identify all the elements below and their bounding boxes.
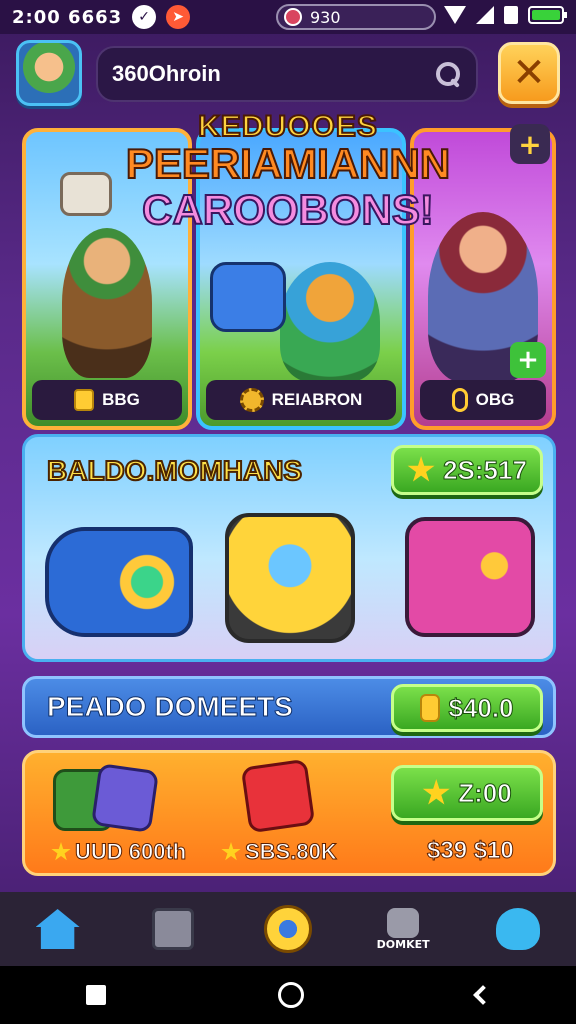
- hero-title-line-2: PEERIAMIANNN: [125, 139, 451, 188]
- gear-icon: [239, 388, 264, 412]
- nav-home[interactable]: [26, 897, 90, 961]
- close-button[interactable]: ✕: [498, 42, 560, 104]
- deals-section[interactable]: PEADO DOMEETS $40.0: [22, 676, 556, 738]
- chest-icon: [151, 908, 194, 950]
- deals-price: $40.0: [448, 692, 514, 723]
- character-2-figure: [280, 262, 380, 382]
- deals-price-button[interactable]: $40.0: [391, 684, 543, 732]
- offer-1-label: UUD 600th: [51, 839, 187, 865]
- search-input[interactable]: [112, 61, 434, 87]
- search-icon[interactable]: [434, 60, 462, 88]
- back-icon[interactable]: [473, 985, 493, 1005]
- purple-gem-icon: [90, 763, 160, 833]
- hero-title-line-1: KEDUOOES: [197, 109, 378, 144]
- cannon-icon: [210, 262, 286, 332]
- offer-2-text: SBS.80K: [245, 839, 338, 865]
- cannon-item-icon: [45, 527, 193, 637]
- sim-icon: [504, 6, 518, 24]
- star-icon: [221, 842, 241, 861]
- bottom-nav: DOMKET: [0, 892, 576, 966]
- robot-item-icon: [405, 517, 535, 637]
- coin-stack-icon: [420, 694, 441, 722]
- card-3-label-text: OBG: [475, 390, 515, 409]
- notification-icon: ✓: [132, 5, 157, 29]
- monster-icon: [496, 908, 541, 950]
- signal-icon: [476, 6, 494, 24]
- nav-market-label: DOMKET: [376, 937, 430, 951]
- market-icon: [387, 907, 420, 938]
- header: ✕: [0, 34, 576, 114]
- search-box[interactable]: [96, 46, 478, 102]
- gem-icon: [407, 456, 435, 482]
- nav-profile[interactable]: [486, 897, 550, 961]
- nav-market[interactable]: DOMKET: [371, 897, 435, 961]
- offer-price-text: $39 $10: [427, 837, 515, 865]
- card-2-label: REIABRON: [206, 380, 396, 420]
- nav-spin[interactable]: [256, 897, 320, 961]
- hero-banner: BBG REIABRON + OBG KEDUOOES PEERIAMIANNN…: [0, 109, 576, 430]
- key-icon: [451, 388, 468, 412]
- wifi-icon: [444, 6, 466, 24]
- offer-price-button-text: Z:00: [458, 777, 512, 808]
- avatar[interactable]: [16, 40, 82, 106]
- card-1-label: BBG: [32, 380, 182, 420]
- card-2-label-text: REIABRON: [271, 390, 363, 409]
- status-right: [444, 6, 567, 24]
- puzzle-badge-icon[interactable]: +: [510, 124, 550, 164]
- offer-1-text: UUD 600th: [74, 839, 187, 865]
- red-pack-icon: [240, 758, 316, 834]
- offers-section[interactable]: UUD 600th SBS.80K Z:00 $39 $10: [22, 750, 556, 876]
- bundle-price: 2S:517: [443, 454, 528, 485]
- spin-wheel-icon: [263, 905, 312, 953]
- home-button-icon[interactable]: [278, 982, 304, 1008]
- hero-title-line-3: CAROOBONS!: [141, 185, 435, 234]
- home-icon: [35, 909, 80, 949]
- character-1-figure: [62, 228, 152, 378]
- plus-badge-icon[interactable]: +: [510, 342, 546, 378]
- card-1-label-text: BBG: [102, 390, 140, 409]
- status-pill-text: 930: [310, 7, 341, 27]
- bundle-title: BALDO.MOMHANS: [46, 454, 303, 487]
- offer-2-label: SBS.80K: [221, 839, 337, 865]
- battery-icon: [528, 6, 567, 24]
- deals-title: PEADO DOMEETS: [47, 691, 294, 723]
- recents-icon[interactable]: [86, 985, 106, 1005]
- bundle-section[interactable]: BALDO.MOMHANS 2S:517: [22, 434, 556, 662]
- star-icon: [51, 842, 71, 861]
- status-pill: 930: [276, 4, 436, 30]
- close-icon: ✕: [512, 50, 546, 96]
- status-bar: 2:00 6663 ✓ ➤ 930: [0, 0, 576, 34]
- nav-inventory[interactable]: [141, 897, 205, 961]
- truck-item-icon: [225, 513, 355, 643]
- game-notification-icon: ➤: [166, 5, 191, 29]
- star-icon: [422, 779, 450, 805]
- offer-price-button[interactable]: Z:00: [391, 765, 543, 821]
- coin-icon: [74, 389, 95, 411]
- status-time: 2:00 6663: [12, 6, 123, 28]
- card-3-label: OBG: [420, 380, 546, 420]
- system-nav: [0, 966, 576, 1024]
- record-icon: [284, 8, 302, 26]
- bundle-price-button[interactable]: 2S:517: [391, 445, 543, 495]
